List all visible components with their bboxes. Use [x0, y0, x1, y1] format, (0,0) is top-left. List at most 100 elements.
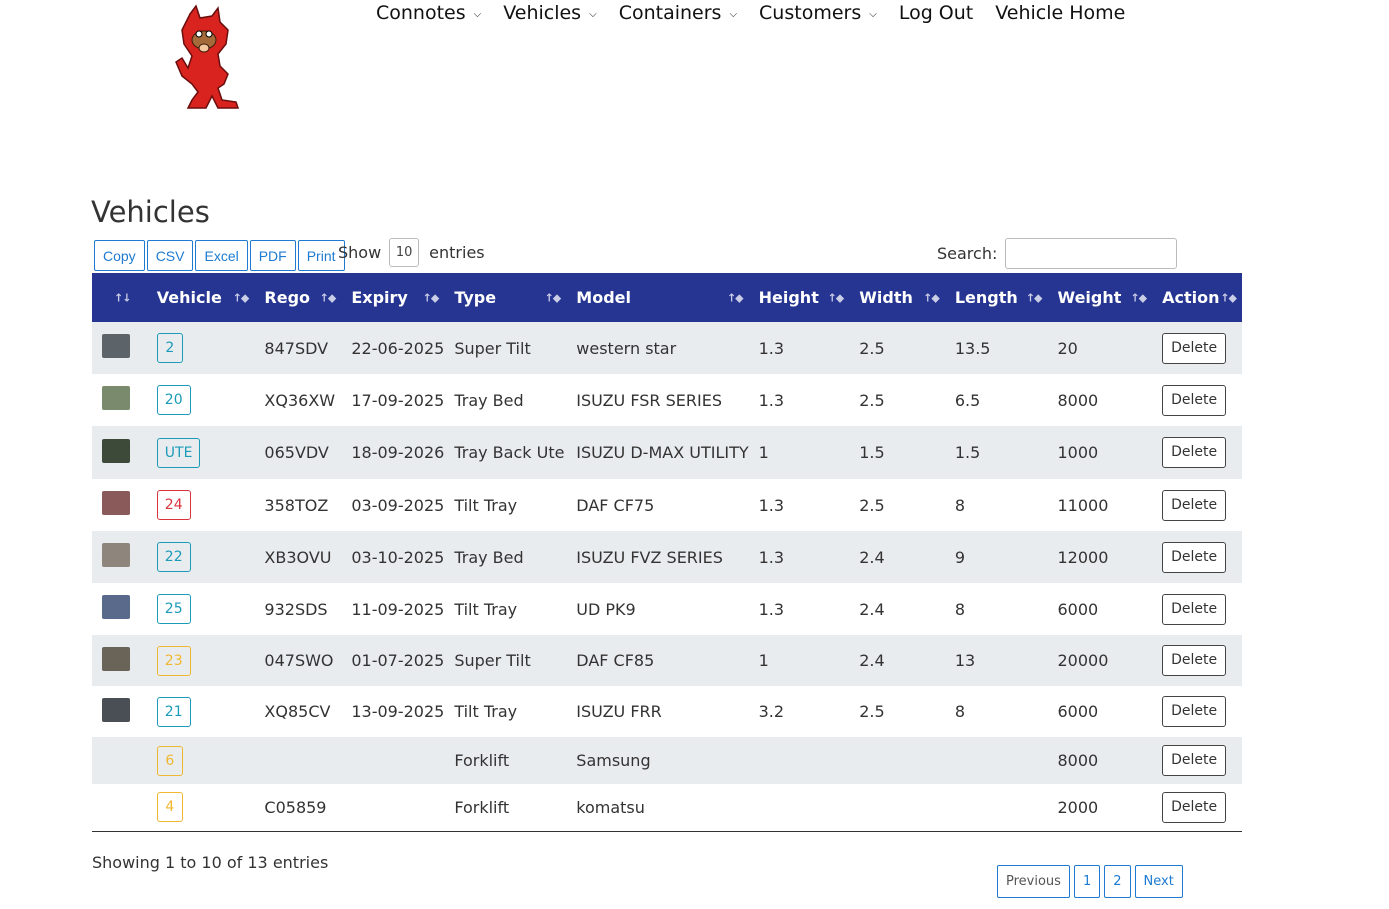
nav-containers[interactable]: Containers ⌵ — [619, 2, 737, 24]
cell-weight: 6000 — [1057, 702, 1099, 721]
cell-action: Delete — [1152, 737, 1242, 784]
entries-label: entries — [429, 243, 485, 262]
cell-photo — [92, 322, 147, 374]
cell-weight: 11000 — [1057, 495, 1109, 515]
cell-model: DAF CF75 — [576, 495, 655, 515]
excel-button[interactable]: Excel — [195, 240, 248, 271]
page-2-button[interactable]: 2 — [1104, 865, 1131, 898]
col-header-weight[interactable]: Weight ↑◆ — [1048, 273, 1153, 322]
vehicle-number-badge[interactable]: 6 — [156, 745, 183, 776]
cell-length: 8 — [954, 495, 966, 515]
nav-connotes[interactable]: Connotes ⌵ — [376, 2, 481, 24]
vehicle-thumbnail — [102, 491, 130, 515]
table-row[interactable]: 25 932SDS 11-09-2025 Tilt Tray UD PK9 1.3 2.4 8… — [92, 583, 1242, 635]
table-row[interactable]: 24 358TOZ 03-09-2025 Tilt Tray DAF CF75 1.3 2.… — [92, 479, 1242, 531]
cell-weight: 20 — [1057, 338, 1078, 358]
col-header-width[interactable]: Width ↑◆ — [849, 273, 945, 322]
cell-weight: 8000 — [1057, 390, 1099, 410]
table-row[interactable]: 4 C05859 Forklift komatsu 2000 Delete — [92, 784, 1242, 831]
delete-button[interactable]: Delete — [1162, 332, 1227, 364]
table-row[interactable]: 6 Forklift Samsung 8000 Delete — [92, 737, 1242, 784]
cell-model: ISUZU FSR SERIES — [576, 390, 722, 410]
nav-customers[interactable]: Customers ⌵ — [759, 2, 877, 24]
cell-type: Tilt Tray — [454, 599, 518, 619]
cell-length: 8 — [954, 599, 966, 619]
cell-weight: 2000 — [1057, 797, 1099, 817]
table-row[interactable]: 21 XQ85CV 13-09-2025 Tilt Tray ISUZU FRR 3.2 2… — [92, 686, 1242, 737]
cell-type: Tilt Tray — [454, 495, 518, 515]
vehicle-number-badge[interactable]: 23 — [156, 645, 191, 676]
previous-page-button[interactable]: Previous — [997, 865, 1070, 898]
table-row[interactable]: 20 XQ36XW 17-09-2025 Tray Bed ISUZU FSR SERI… — [92, 374, 1242, 426]
delete-button[interactable]: Delete — [1162, 384, 1227, 416]
delete-button[interactable]: Delete — [1162, 645, 1227, 676]
delete-button[interactable]: Delete — [1162, 541, 1227, 573]
cell-weight: 6000 — [1057, 599, 1099, 619]
cell-photo — [92, 784, 147, 831]
cell-model: UD PK9 — [576, 599, 636, 619]
csv-button[interactable]: CSV — [146, 240, 194, 271]
export-buttons: Copy CSV Excel PDF Print — [94, 240, 345, 271]
vehicle-number-badge[interactable]: 2 — [156, 333, 183, 363]
cell-type: Forklift — [454, 797, 510, 817]
search-input[interactable] — [1005, 238, 1178, 269]
delete-button[interactable]: Delete — [1162, 489, 1227, 521]
cell-vehicle: 25 — [147, 583, 255, 635]
cell-weight: 12000 — [1057, 547, 1109, 567]
delete-button[interactable]: Delete — [1162, 745, 1227, 776]
delete-button[interactable]: Delete — [1162, 593, 1227, 625]
cell-expiry: 11-09-2025 — [351, 599, 445, 619]
cell-type: Tray Back Ute — [454, 443, 565, 462]
nav-vehicles[interactable]: Vehicles ⌵ — [503, 2, 596, 24]
cell-photo — [92, 583, 147, 635]
nav-logout[interactable]: Log Out — [899, 2, 973, 24]
table-info: Showing 1 to 10 of 13 entries — [92, 853, 329, 872]
page-1-button[interactable]: 1 — [1073, 865, 1101, 898]
sort-icon: ↑◆ — [544, 291, 562, 304]
cell-length: 1.5 — [954, 443, 981, 462]
next-page-button[interactable]: Next — [1134, 865, 1183, 898]
delete-button[interactable]: Delete — [1162, 791, 1227, 823]
sort-icon: ↑◆ — [232, 291, 250, 304]
table-row[interactable]: 22 XB3OVU 03-10-2025 Tray Bed ISUZU FVZ SERI… — [92, 531, 1242, 583]
vehicle-number-badge[interactable]: 22 — [156, 542, 191, 572]
cell-type: Forklift — [454, 751, 510, 770]
cell-action: Delete — [1152, 426, 1242, 479]
vehicle-number-badge[interactable]: UTE — [156, 437, 201, 468]
table-row[interactable]: 2 847SDV 22-06-2025 Super Tilt western star 1… — [92, 322, 1242, 374]
col-header-model[interactable]: Model ↑◆ — [566, 273, 748, 322]
col-header-action[interactable]: Action ↑◆ — [1152, 273, 1242, 322]
col-header-type[interactable]: Type ↑◆ — [444, 273, 566, 322]
sort-icon: ↑◆ — [827, 291, 845, 304]
vehicle-number-badge[interactable]: 25 — [156, 594, 191, 624]
col-header-rego[interactable]: Rego ↑◆ — [254, 273, 341, 322]
col-header-vehicle[interactable]: Vehicle ↑◆ — [147, 273, 255, 322]
vehicle-number-badge[interactable]: 4 — [156, 792, 183, 823]
col-header-photo[interactable]: ↑↓ — [92, 273, 147, 322]
page-length-select[interactable]: 10 — [389, 238, 420, 267]
table-row[interactable]: UTE 065VDV 18-09-2026 Tray Back Ute ISUZU D-… — [92, 426, 1242, 479]
chevron-down-icon: ⌵ — [473, 8, 482, 20]
table-row[interactable]: 23 047SWO 01-07-2025 Super Tilt DAF CF85 1 2.4… — [92, 635, 1242, 686]
vehicle-number-badge[interactable]: 24 — [156, 490, 191, 520]
vehicle-thumbnail — [102, 334, 130, 358]
delete-button[interactable]: Delete — [1162, 437, 1227, 468]
cell-action: Delete — [1152, 583, 1242, 635]
cell-length: 8 — [954, 702, 966, 721]
cell-height — [749, 784, 850, 831]
nav-vehicle-home[interactable]: Vehicle Home — [995, 2, 1125, 24]
cell-expiry: 13-09-2025 — [351, 702, 445, 721]
chevron-down-icon: ⌵ — [729, 8, 738, 20]
delete-button[interactable]: Delete — [1162, 696, 1227, 727]
cell-rego: 047SWO — [264, 651, 334, 670]
vehicle-number-badge[interactable]: 20 — [156, 385, 191, 415]
cell-vehicle: 23 — [147, 635, 255, 686]
col-header-height[interactable]: Height ↑◆ — [749, 273, 850, 322]
search-label: Search: — [937, 244, 998, 263]
pdf-button[interactable]: PDF — [249, 240, 296, 271]
col-header-expiry[interactable]: Expiry ↑◆ — [341, 273, 444, 322]
cell-width: 1.5 — [859, 443, 885, 462]
col-header-length[interactable]: Length ↑◆ — [945, 273, 1048, 322]
vehicle-number-badge[interactable]: 21 — [156, 696, 191, 727]
copy-button[interactable]: Copy — [94, 240, 145, 271]
